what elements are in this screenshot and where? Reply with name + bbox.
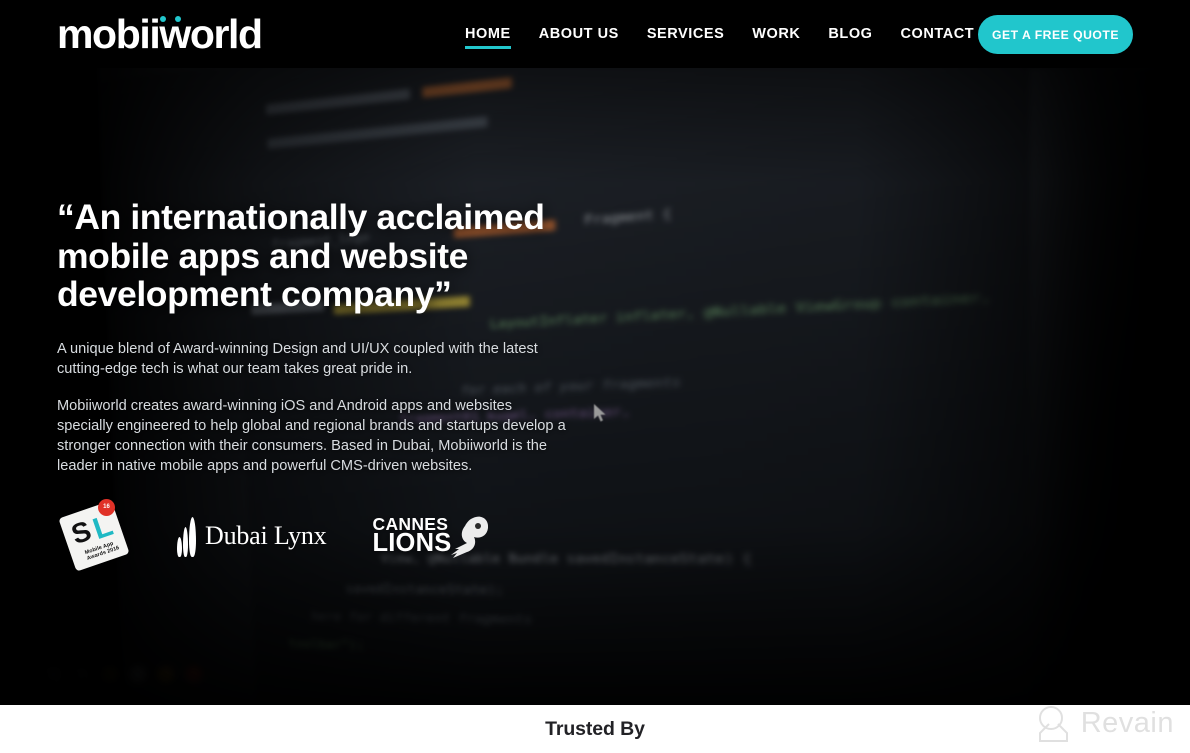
dock-icon — [45, 666, 62, 683]
cannes-lions-wordmark: CANNES LIONS — [373, 516, 452, 556]
trusted-by-title: Trusted By — [545, 718, 645, 741]
dubai-lynx-wordmark: Dubai Lynx — [205, 521, 327, 551]
trusted-by-section: Trusted By — [0, 705, 1190, 753]
dubai-lynx-flame-icon — [177, 515, 198, 557]
award-logo-sl-mobile-app-awards: S L 16 Mobile App Awards 2016 — [57, 498, 131, 574]
dock-icon — [101, 666, 118, 683]
lion-head-icon — [447, 512, 491, 560]
nav-item-about-us[interactable]: ABOUT US — [525, 0, 633, 68]
taskbar-icons — [45, 666, 202, 683]
sl-diamond-shape — [58, 500, 129, 571]
nav-item-contact[interactable]: CONTACT — [887, 0, 989, 68]
code-line — [422, 77, 512, 98]
code-text: here for different fragments — [311, 611, 532, 627]
get-a-free-quote-button[interactable]: GET A FREE QUOTE — [978, 15, 1133, 54]
award-logo-dubai-lynx: Dubai Lynx — [177, 515, 327, 557]
hero-headline: “An internationally acclaimed mobile app… — [57, 198, 657, 314]
hero-paragraph-2: Mobiiworld creates award-winning iOS and… — [57, 396, 569, 476]
revain-watermark: Revain — [1034, 703, 1174, 743]
logo-dot-i1 — [160, 16, 166, 22]
page-root: mobiiworld HOME ABOUT US SERVICES WORK B… — [0, 0, 1190, 753]
award-logo-cannes-lions: CANNES LIONS — [373, 512, 492, 560]
code-text: savedInstanceState); — [346, 584, 505, 598]
nav-item-services[interactable]: SERVICES — [633, 0, 738, 68]
hero-section: fragment01_dnfel.java× fragment01_loesch… — [0, 68, 1190, 705]
nav-item-home[interactable]: HOME — [451, 0, 525, 68]
logo-dot-i2 — [175, 16, 181, 22]
dock-icon — [73, 666, 90, 683]
nav-item-work[interactable]: WORK — [738, 0, 814, 68]
hero-copy: “An internationally acclaimed mobile app… — [57, 198, 657, 574]
sl-year-badge: 16 — [98, 499, 115, 516]
code-line — [267, 116, 487, 149]
nav-item-blog[interactable]: BLOG — [814, 0, 886, 68]
primary-navigation: HOME ABOUT US SERVICES WORK BLOG CONTACT — [451, 0, 988, 68]
site-header: mobiiworld HOME ABOUT US SERVICES WORK B… — [0, 0, 1190, 68]
dock-icon — [129, 666, 146, 683]
dock-icon — [185, 666, 202, 683]
monitor-edge — [1030, 68, 1190, 705]
code-line — [266, 88, 410, 114]
hero-paragraph-1: A unique blend of Award-winning Design a… — [57, 339, 567, 379]
code-text: toolbar"); — [289, 638, 365, 652]
revain-watermark-text: Revain — [1081, 707, 1174, 740]
award-logos: S L 16 Mobile App Awards 2016 Dubai Lynx… — [57, 498, 657, 574]
editor-tab-bar: fragment01_dnfel.java× fragment01_loesch… — [96, 68, 1190, 81]
revain-logo-icon — [1034, 703, 1072, 743]
dock-icon — [157, 666, 174, 683]
site-logo[interactable]: mobiiworld — [57, 14, 262, 55]
